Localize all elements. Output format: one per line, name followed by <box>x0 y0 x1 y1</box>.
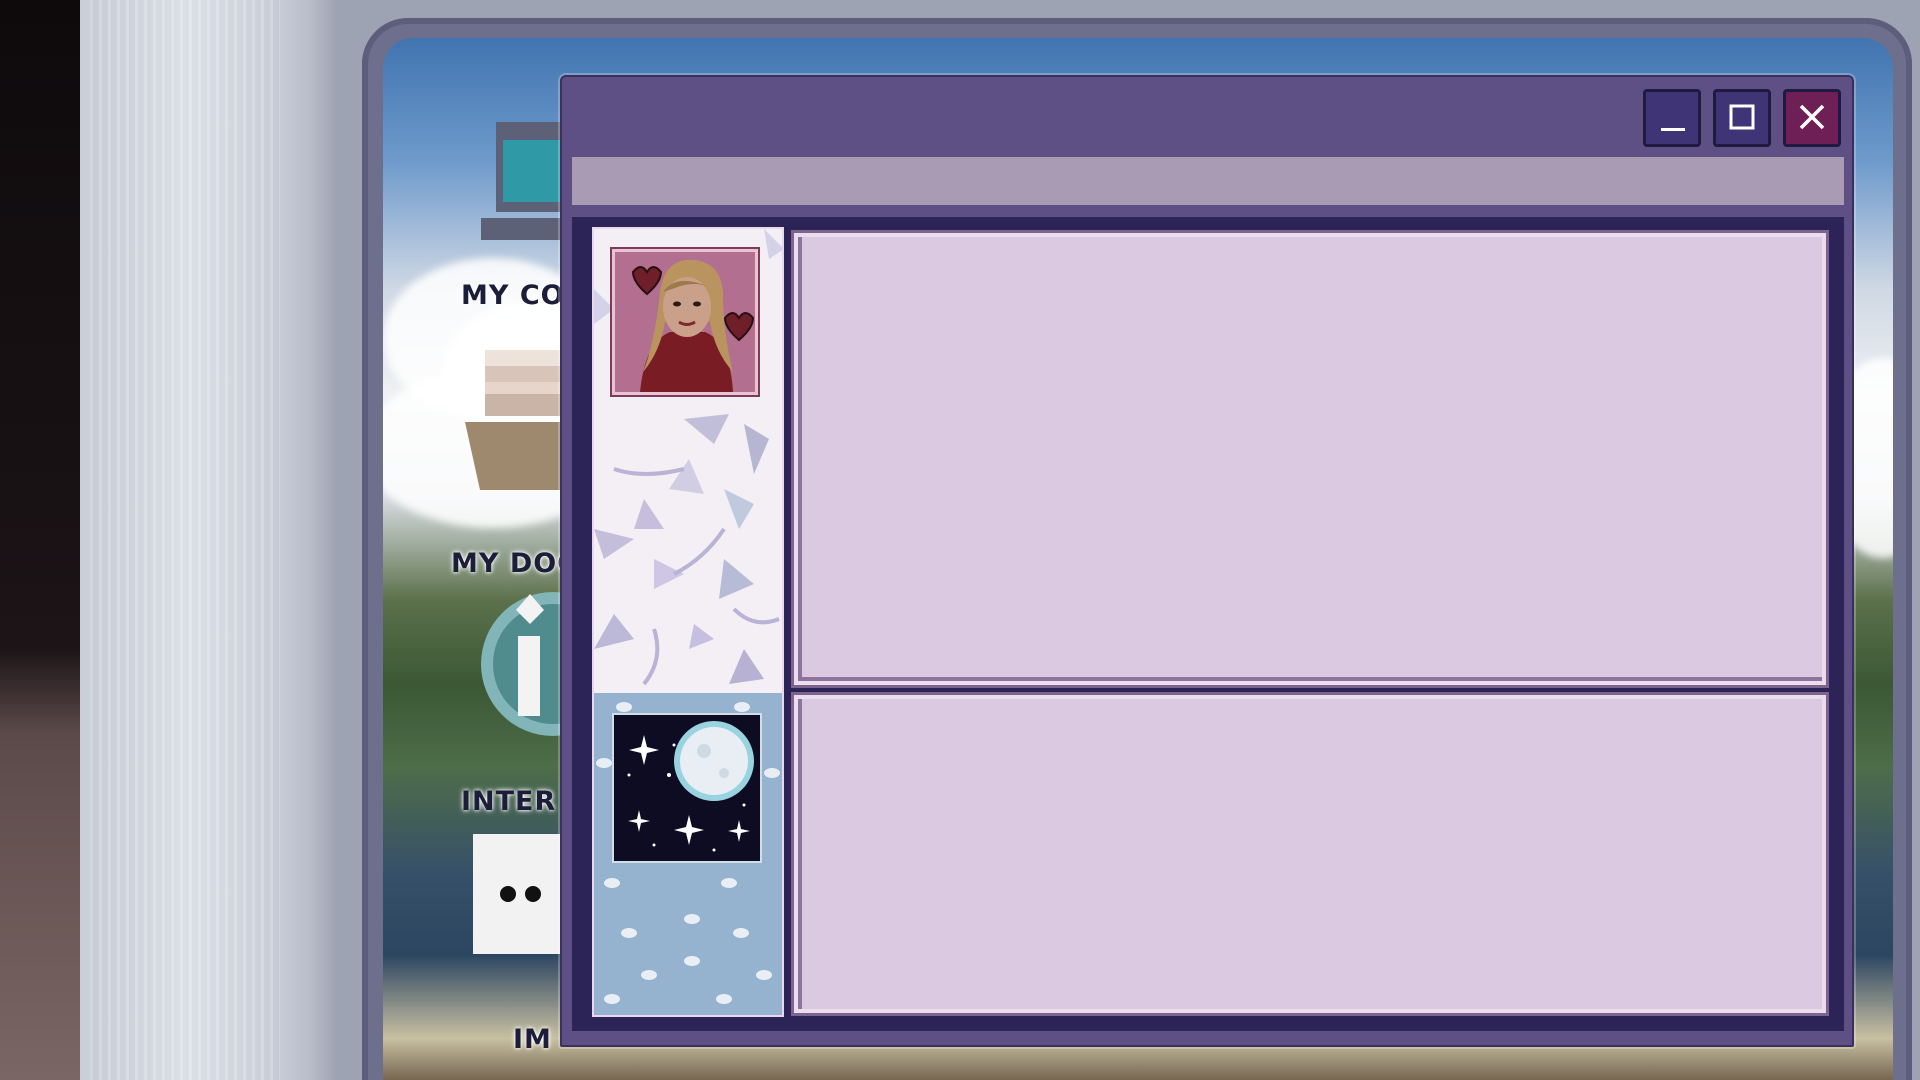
window-titlebar[interactable] <box>562 77 1852 157</box>
minimize-button[interactable] <box>1643 89 1701 147</box>
minimize-icon <box>1661 128 1685 131</box>
room-background <box>0 0 82 1080</box>
maximize-button[interactable] <box>1713 89 1771 147</box>
maximize-icon <box>1729 104 1755 130</box>
desktop-icon-label: IM <box>513 1024 552 1055</box>
content-panel-bottom <box>791 692 1829 1016</box>
close-button[interactable] <box>1783 89 1841 147</box>
status-image[interactable] <box>612 713 762 863</box>
profile-section <box>594 229 782 693</box>
menu-bar <box>572 157 1844 205</box>
avatar-portrait <box>615 252 755 392</box>
sidebar <box>592 227 784 1017</box>
monitor-edge <box>90 0 280 1080</box>
status-section <box>594 693 782 1015</box>
app-window <box>560 75 1854 1047</box>
content-panel-top <box>791 230 1829 688</box>
close-icon <box>1799 104 1825 130</box>
profile-picture[interactable] <box>610 247 760 397</box>
desktop-icon-label: INTER <box>461 786 557 817</box>
moon-icon <box>614 715 760 861</box>
